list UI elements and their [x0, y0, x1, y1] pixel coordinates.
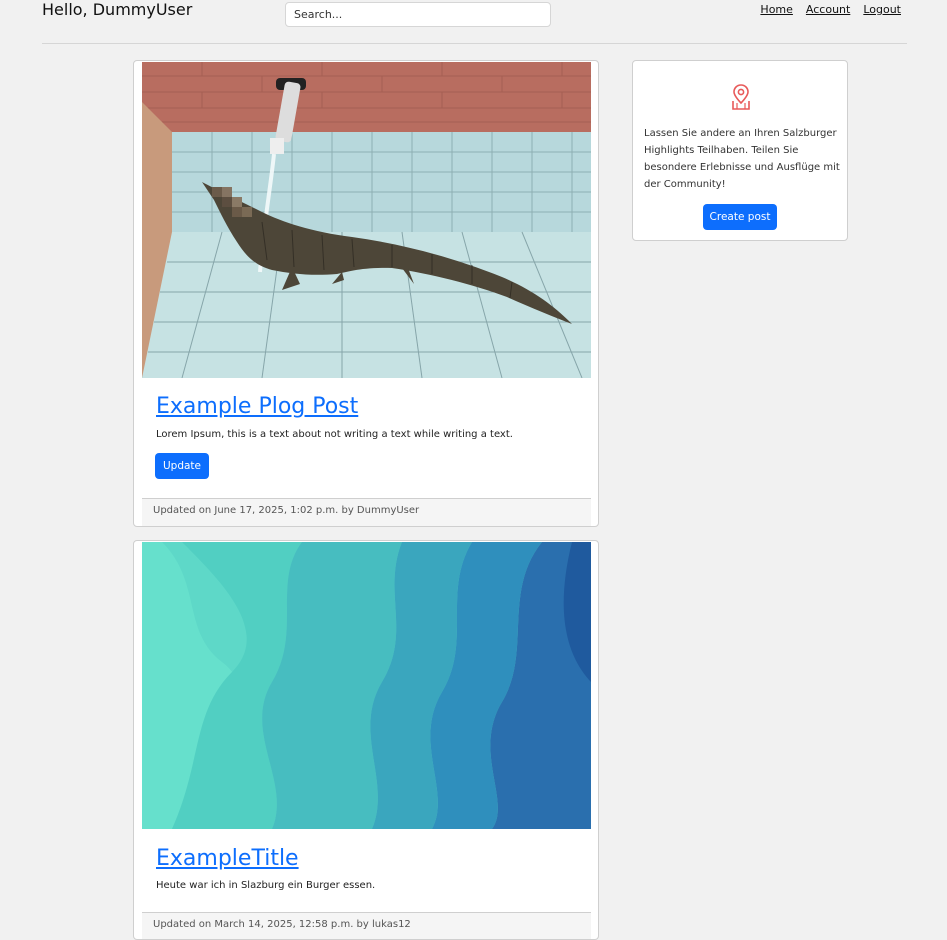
nav-logout-link[interactable]: Logout [863, 3, 901, 16]
post-image-crocodile [142, 62, 591, 378]
post-text: Lorem Ipsum, this is a text about not wr… [156, 429, 513, 440]
post-card: ExampleTitle Heute war ich in Slazburg e… [133, 540, 599, 940]
greeting: Hello, DummyUser [42, 0, 193, 19]
create-post-button[interactable]: Create post [703, 204, 777, 230]
post-title-link[interactable]: Example Plog Post [156, 394, 358, 419]
header-divider [42, 43, 907, 44]
nav-links: Home Account Logout [760, 3, 901, 16]
sidebar-description: Lassen Sie andere an Ihren Salzburger Hi… [644, 128, 840, 190]
post-text: Heute war ich in Slazburg ein Burger ess… [156, 880, 376, 891]
search-input[interactable] [285, 2, 551, 27]
map-pin-icon [729, 83, 753, 111]
post-footer: Updated on March 14, 2025, 12:58 p.m. by… [142, 912, 591, 939]
post-title-link[interactable]: ExampleTitle [156, 846, 299, 871]
post-footer: Updated on June 17, 2025, 1:02 p.m. by D… [142, 498, 591, 526]
post-image-waves [142, 542, 591, 829]
top-bar: Hello, DummyUser Home Account Logout [0, 0, 947, 44]
update-button[interactable]: Update [155, 453, 209, 479]
post-card: Example Plog Post Lorem Ipsum, this is a… [133, 60, 599, 527]
nav-account-link[interactable]: Account [806, 3, 850, 16]
create-post-panel: Lassen Sie andere an Ihren Salzburger Hi… [632, 60, 848, 241]
nav-home-link[interactable]: Home [760, 3, 792, 16]
